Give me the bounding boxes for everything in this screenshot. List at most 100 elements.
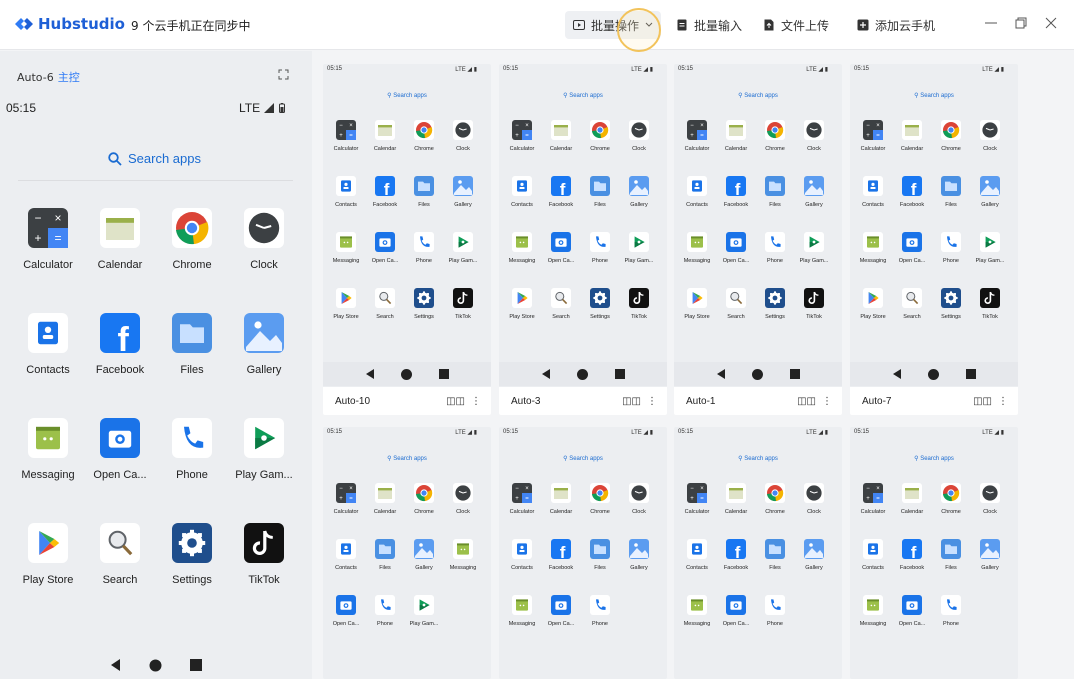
app-open-ca[interactable]: Open Ca...: [327, 595, 365, 630]
app-messaging[interactable]: Messaging: [854, 595, 892, 630]
recents-icon[interactable]: [438, 369, 449, 379]
app-files[interactable]: Files: [756, 539, 794, 574]
app-calendar[interactable]: Calendar: [366, 483, 404, 518]
app-gallery[interactable]: Gallery: [795, 539, 833, 574]
app-play-gam[interactable]: Play Gam...: [971, 232, 1009, 267]
app-gallery[interactable]: Gallery: [444, 176, 482, 211]
search-apps[interactable]: ⚲ Search apps: [323, 92, 491, 99]
search-apps[interactable]: ⚲ Search apps: [850, 92, 1018, 99]
app-calendar[interactable]: Calendar: [366, 120, 404, 155]
app-facebook[interactable]: f Facebook: [542, 176, 580, 211]
app-clock[interactable]: Clock: [620, 483, 658, 518]
app-clock[interactable]: Clock: [795, 483, 833, 518]
app-calculator[interactable]: − × + = Calculator: [12, 204, 84, 284]
app-chrome[interactable]: Chrome: [756, 483, 794, 518]
app-phone[interactable]: Phone: [932, 232, 970, 267]
app-files[interactable]: Files: [932, 176, 970, 211]
app-search[interactable]: Search: [84, 519, 156, 599]
app-gallery[interactable]: Gallery: [971, 539, 1009, 574]
app-facebook[interactable]: f Facebook: [717, 539, 755, 574]
app-calculator[interactable]: − × + = Calculator: [678, 483, 716, 518]
app-gallery[interactable]: Gallery: [620, 539, 658, 574]
columns-icon[interactable]: ◫◫: [973, 396, 992, 407]
columns-icon[interactable]: ◫◫: [622, 396, 641, 407]
app-open-ca[interactable]: Open Ca...: [717, 595, 755, 630]
back-icon[interactable]: [716, 369, 725, 379]
search-apps[interactable]: Search apps: [108, 151, 201, 166]
app-calculator[interactable]: − × + = Calculator: [503, 120, 541, 155]
app-open-ca[interactable]: Open Ca...: [366, 232, 404, 267]
cloud-phone-card[interactable]: 05:15 LTE ◢ ▮ ⚲ Search apps − × + = Calculat…: [674, 427, 842, 679]
search-apps[interactable]: ⚲ Search apps: [674, 455, 842, 462]
app-chrome[interactable]: Chrome: [581, 483, 619, 518]
app-calendar[interactable]: Calendar: [717, 120, 755, 155]
app-facebook[interactable]: f Facebook: [84, 309, 156, 389]
search-apps[interactable]: ⚲ Search apps: [323, 455, 491, 462]
app-gallery[interactable]: Gallery: [795, 176, 833, 211]
app-calculator[interactable]: − × + = Calculator: [503, 483, 541, 518]
app-calendar[interactable]: Calendar: [893, 483, 931, 518]
app-files[interactable]: Files: [932, 539, 970, 574]
app-open-ca[interactable]: Open Ca...: [717, 232, 755, 267]
recents-icon[interactable]: [965, 369, 976, 379]
app-chrome[interactable]: Chrome: [405, 120, 443, 155]
app-chrome[interactable]: Chrome: [156, 204, 228, 284]
app-tiktok[interactable]: TikTok: [795, 288, 833, 323]
app-chrome[interactable]: Chrome: [756, 120, 794, 155]
app-calendar[interactable]: Calendar: [84, 204, 156, 284]
app-settings[interactable]: Settings: [405, 288, 443, 323]
app-phone[interactable]: Phone: [581, 232, 619, 267]
app-files[interactable]: Files: [581, 539, 619, 574]
app-files[interactable]: Files: [756, 176, 794, 211]
app-clock[interactable]: Clock: [444, 120, 482, 155]
app-contacts[interactable]: Contacts: [503, 539, 541, 574]
app-facebook[interactable]: f Facebook: [893, 176, 931, 211]
app-chrome[interactable]: Chrome: [581, 120, 619, 155]
app-contacts[interactable]: Contacts: [678, 539, 716, 574]
more-icon[interactable]: ⋮: [471, 396, 481, 407]
app-play-store[interactable]: Play Store: [12, 519, 84, 599]
app-calculator[interactable]: − × + = Calculator: [678, 120, 716, 155]
app-open-ca[interactable]: Open Ca...: [542, 232, 580, 267]
app-calculator[interactable]: − × + = Calculator: [854, 483, 892, 518]
app-clock[interactable]: Clock: [971, 120, 1009, 155]
app-play-gam[interactable]: Play Gam...: [620, 232, 658, 267]
app-clock[interactable]: Clock: [444, 483, 482, 518]
app-phone[interactable]: Phone: [366, 595, 404, 630]
app-messaging[interactable]: Messaging: [12, 414, 84, 494]
app-messaging[interactable]: Messaging: [678, 595, 716, 630]
batch-input-button[interactable]: 批量输入: [668, 11, 750, 39]
restore-icon[interactable]: [1012, 16, 1030, 34]
cloud-phone-card[interactable]: 05:15 LTE ◢ ▮ ⚲ Search apps − × + = Calculat…: [674, 64, 842, 415]
app-calendar[interactable]: Calendar: [893, 120, 931, 155]
app-phone[interactable]: Phone: [156, 414, 228, 494]
app-files[interactable]: Files: [366, 539, 404, 574]
app-search[interactable]: Search: [542, 288, 580, 323]
app-facebook[interactable]: f Facebook: [717, 176, 755, 211]
app-gallery[interactable]: Gallery: [620, 176, 658, 211]
cloud-phone-card[interactable]: 05:15 LTE ◢ ▮ ⚲ Search apps − × + = Calculat…: [850, 427, 1018, 679]
app-play-gam[interactable]: Play Gam...: [795, 232, 833, 267]
app-settings[interactable]: Settings: [156, 519, 228, 599]
app-settings[interactable]: Settings: [932, 288, 970, 323]
app-tiktok[interactable]: TikTok: [971, 288, 1009, 323]
cloud-phone-card[interactable]: 05:15 LTE ◢ ▮ ⚲ Search apps − × + = Calculat…: [499, 427, 667, 679]
add-cloud-phone-button[interactable]: 添加云手机: [849, 11, 943, 39]
app-phone[interactable]: Phone: [756, 232, 794, 267]
cloud-phone-card[interactable]: 05:15 LTE ◢ ▮ ⚲ Search apps − × + = Calculat…: [850, 64, 1018, 415]
cloud-phone-card[interactable]: 05:15 LTE ◢ ▮ ⚲ Search apps − × + = Calculat…: [499, 64, 667, 415]
app-facebook[interactable]: f Facebook: [366, 176, 404, 211]
app-contacts[interactable]: Contacts: [854, 539, 892, 574]
app-contacts[interactable]: Contacts: [678, 176, 716, 211]
more-icon[interactable]: ⋮: [998, 396, 1008, 407]
app-clock[interactable]: Clock: [971, 483, 1009, 518]
home-icon[interactable]: [149, 659, 162, 672]
columns-icon[interactable]: ◫◫: [797, 396, 816, 407]
app-facebook[interactable]: f Facebook: [542, 539, 580, 574]
app-calculator[interactable]: − × + = Calculator: [327, 483, 365, 518]
app-tiktok[interactable]: TikTok: [228, 519, 300, 599]
search-apps[interactable]: ⚲ Search apps: [499, 92, 667, 99]
cloud-phone-card[interactable]: 05:15 LTE ◢ ▮ ⚲ Search apps − × + = Calculat…: [323, 64, 491, 415]
app-phone[interactable]: Phone: [932, 595, 970, 630]
app-play-store[interactable]: Play Store: [854, 288, 892, 323]
